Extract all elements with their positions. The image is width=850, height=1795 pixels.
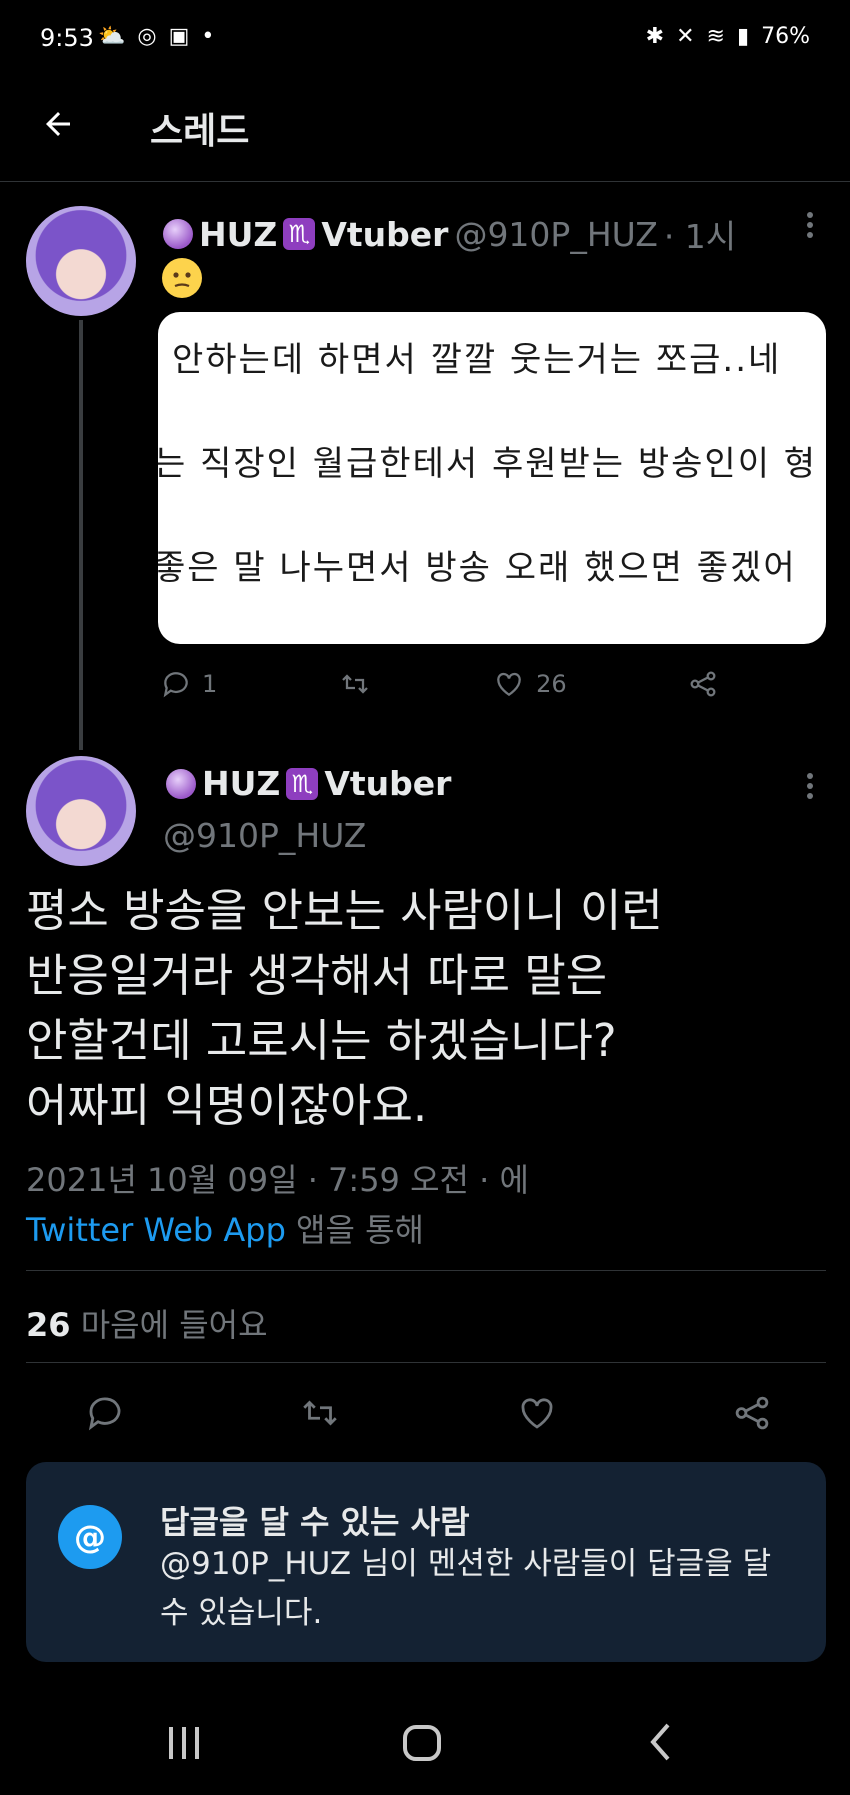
recent-apps-icon[interactable]: [165, 1725, 203, 1761]
retweet-icon: [341, 674, 368, 694]
tweet-text-line: 어짜피 익명이잖아요.: [26, 1079, 428, 1132]
tweet-date[interactable]: 2021년 10월 09일 · 7:59 오전 · 에: [26, 1155, 529, 1205]
author-name: HUZ: [199, 214, 278, 254]
like-icon[interactable]: [515, 1392, 559, 1434]
share-icon: [690, 671, 716, 697]
app-notification-icon: ◎: [137, 24, 157, 49]
crystal-ball-icon: [163, 219, 193, 249]
reply-icon[interactable]: [84, 1392, 126, 1434]
back-button[interactable]: [34, 100, 82, 148]
tweet-text-line: 평소 방송을 안보는 사람이니 이런: [26, 884, 663, 937]
back-arrow-icon: [46, 112, 70, 136]
status-right: ✱ ✕ ≋ ▮ 76%: [646, 24, 810, 49]
page-title: 스레드: [150, 111, 250, 152]
author-name: HUZ: [202, 764, 281, 803]
signal-icon: ▮: [736, 24, 750, 49]
tweet2-actions: [84, 1392, 774, 1434]
tweet-text-line: 반응일거라 생각해서 따로 말은: [26, 949, 608, 1002]
author-name-suffix: Vtuber: [324, 764, 452, 803]
image-text-line: 좋은 말 나누면서 방송 오래 했으면 좋겠어: [158, 548, 797, 588]
back-nav-icon[interactable]: [648, 1722, 672, 1762]
likes-count: 26: [26, 1306, 71, 1344]
retweet-icon[interactable]: [297, 1392, 343, 1434]
divider: [26, 1270, 826, 1271]
wifi-icon: ≋: [706, 24, 725, 49]
status-time: 9:53: [40, 24, 94, 52]
mention-icon: @: [58, 1505, 122, 1569]
tweet-image[interactable]: 안하는데 하면서 깔깔 웃는거는 쪼금..네 는 직장인 월급한테서 후원받는 …: [158, 312, 826, 644]
bluetooth-icon: ✱: [645, 24, 665, 49]
source-suffix: 앱을 통해: [296, 1211, 424, 1249]
source-link[interactable]: Twitter Web App: [26, 1211, 286, 1249]
more-icon[interactable]: [790, 205, 830, 245]
dot-icon: •: [201, 24, 215, 49]
reply-button[interactable]: 1: [160, 668, 217, 700]
tweet1-actions: 1 26: [160, 668, 720, 700]
tweet1-author[interactable]: HUZ ♏ Vtuber @910P_HUZ · 1시: [163, 210, 736, 258]
author-handle[interactable]: @910P_HUZ: [163, 816, 366, 855]
tweet-meta: 2021년 10월 09일 · 7:59 오전 · 에 Twitter Web …: [26, 1155, 529, 1255]
avatar[interactable]: [26, 756, 136, 866]
battery-text: 76%: [761, 24, 810, 49]
author-name-suffix: Vtuber: [321, 214, 449, 254]
like-icon: [497, 672, 521, 697]
image-text-line: 는 직장인 월급한테서 후원받는 방송인이 형: [158, 444, 818, 484]
avatar[interactable]: [26, 206, 136, 316]
thread-line: [79, 320, 83, 750]
scorpio-icon: ♏: [283, 218, 316, 250]
status-icons-left: ⛅ ◎ ▣ •: [98, 24, 214, 49]
notice-title: 답글을 달 수 있는 사람: [160, 1503, 470, 1541]
share-button[interactable]: [686, 668, 720, 700]
system-nav-bar: [0, 1690, 850, 1795]
image-text-line: 안하는데 하면서 깔깔 웃는거는 쪼금..네: [172, 340, 782, 380]
more-icon[interactable]: [790, 766, 830, 806]
share-icon[interactable]: [730, 1392, 774, 1434]
scorpio-icon: ♏: [286, 767, 319, 800]
likes-label: 마음에 들어요: [80, 1306, 268, 1344]
tweet-text-line: 안할건데 고로시는 하겠습니다?: [26, 1014, 617, 1067]
tweet-text: 평소 방송을 안보는 사람이니 이런 반응일거라 생각해서 따로 말은 안할건데…: [26, 878, 806, 1138]
mute-icon: ✕: [676, 24, 695, 49]
reply-count: 1: [202, 670, 218, 698]
tweet2-author[interactable]: HUZ ♏ Vtuber: [166, 764, 451, 803]
reply-icon: [163, 672, 188, 698]
header-divider: [0, 181, 850, 182]
robot-icon: ▣: [168, 24, 190, 49]
retweet-button[interactable]: [337, 668, 373, 700]
divider: [26, 1362, 826, 1363]
weather-icon: ⛅: [98, 24, 126, 49]
like-button[interactable]: 26: [492, 668, 567, 700]
like-count: 26: [536, 670, 567, 698]
unamused-face-icon: [162, 258, 202, 298]
likes-summary[interactable]: 26 마음에 들어요: [26, 1300, 268, 1346]
crystal-ball-icon: [166, 768, 196, 799]
tweet-time: · 1시: [663, 217, 737, 256]
notice-body: @910P_HUZ 님이 멘션한 사람들이 답글을 달 수 있습니다.: [160, 1546, 772, 1631]
home-icon[interactable]: [402, 1724, 442, 1762]
author-handle: @910P_HUZ: [454, 214, 658, 254]
